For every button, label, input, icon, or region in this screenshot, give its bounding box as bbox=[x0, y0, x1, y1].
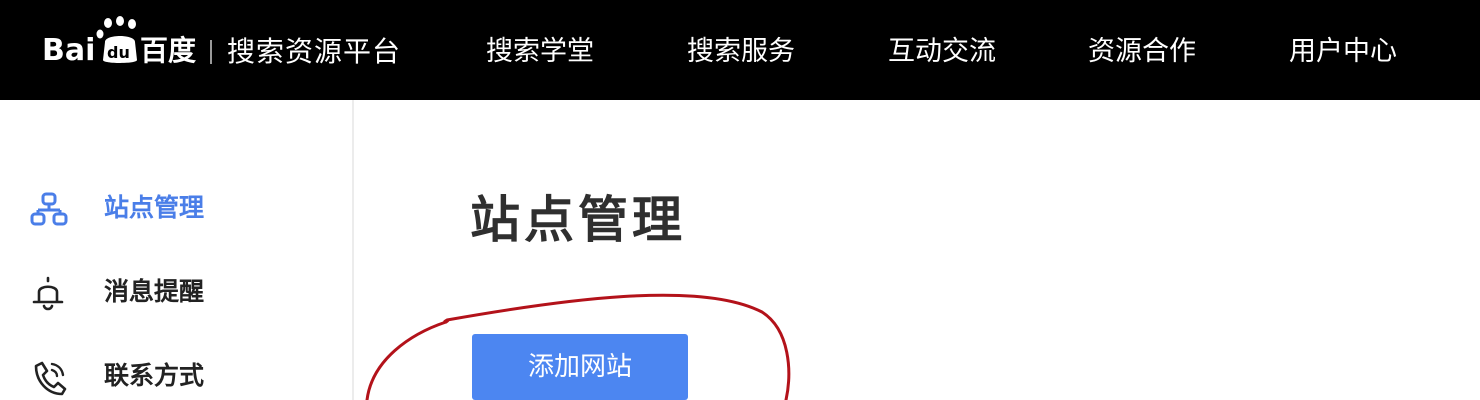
nav-item-search-services[interactable]: 搜索服务 bbox=[687, 32, 795, 72]
add-website-button[interactable]: 添加网站 bbox=[472, 334, 688, 400]
sidebar-item-label: 联系方式 bbox=[104, 361, 205, 390]
baidu-logo[interactable]: Bai du 百度 bbox=[42, 14, 202, 74]
sidebar-item-site-management[interactable]: 站点管理 bbox=[28, 184, 328, 234]
svg-text:Bai: Bai bbox=[42, 33, 95, 68]
platform-title[interactable]: 搜索资源平台 bbox=[227, 32, 401, 72]
nav-item-user-center[interactable]: 用户中心 bbox=[1289, 32, 1397, 72]
top-navigation-bar: Bai du 百度 搜索资源平台 搜索学堂 搜索服务 互动交流 资源合作 用户中… bbox=[0, 0, 1480, 100]
sidebar-item-contact[interactable]: 联系方式 bbox=[28, 352, 328, 400]
sidebar-item-label: 站点管理 bbox=[104, 193, 205, 222]
logo-divider bbox=[210, 40, 212, 64]
nav-item-community[interactable]: 互动交流 bbox=[888, 32, 996, 72]
sidebar-item-notifications[interactable]: 消息提醒 bbox=[28, 268, 328, 318]
page-title: 站点管理 bbox=[470, 191, 686, 249]
sidebar-item-label: 消息提醒 bbox=[104, 277, 205, 306]
nav-item-search-academy[interactable]: 搜索学堂 bbox=[486, 32, 594, 72]
sitemap-icon bbox=[28, 190, 72, 230]
bell-icon bbox=[28, 274, 72, 314]
nav-item-resource-cooperation[interactable]: 资源合作 bbox=[1088, 32, 1196, 72]
phone-icon bbox=[28, 358, 72, 398]
baidu-paw-logo-icon: Bai du 百度 bbox=[42, 16, 196, 68]
sidebar-divider bbox=[352, 100, 354, 400]
svg-text:百度: 百度 bbox=[140, 34, 196, 67]
svg-text:du: du bbox=[107, 43, 130, 62]
